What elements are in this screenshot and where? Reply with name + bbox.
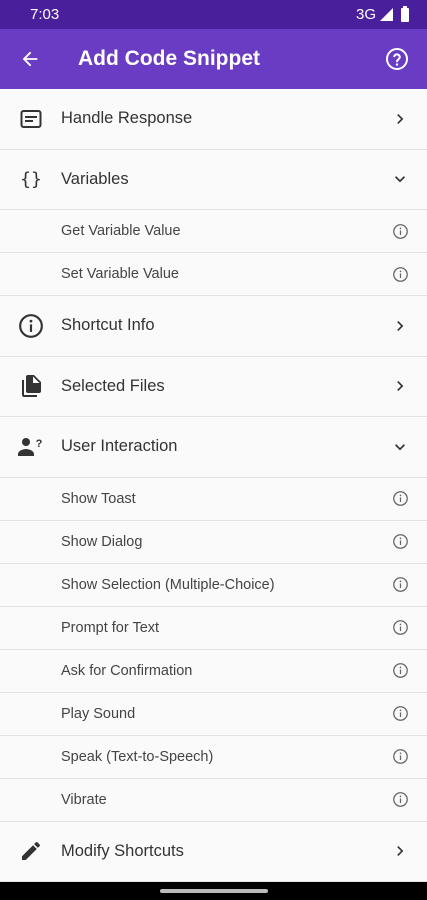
row-label: Speak (Text-to-Speech): [61, 748, 214, 765]
info-outline-icon[interactable]: [373, 490, 427, 507]
pencil-icon: [0, 839, 61, 863]
message-box-icon: [0, 107, 61, 131]
row-label: Handle Response: [61, 109, 193, 128]
snippet-prompt-for-text[interactable]: Prompt for Text: [0, 606, 427, 650]
help-circle-icon: [386, 48, 408, 70]
help-button[interactable]: [367, 29, 427, 89]
chevron-right-icon: [373, 316, 427, 336]
row-label: Ask for Confirmation: [61, 662, 193, 679]
back-button[interactable]: [0, 29, 60, 89]
battery-icon: [401, 5, 409, 22]
info-outline-icon[interactable]: [373, 791, 427, 808]
category-handle-response[interactable]: Handle Response: [0, 89, 427, 150]
info-outline-icon[interactable]: [373, 748, 427, 765]
braces-icon: {}: [0, 167, 61, 191]
snippet-play-sound[interactable]: Play Sound: [0, 692, 427, 736]
info-circle-icon: [0, 313, 61, 339]
snippet-speak-text-to-speech[interactable]: Speak (Text-to-Speech): [0, 735, 427, 779]
status-time: 7:03: [30, 6, 60, 23]
status-indicators: 3G: [355, 5, 409, 23]
row-label: Vibrate: [61, 791, 107, 808]
snippet-show-dialog[interactable]: Show Dialog: [0, 520, 427, 564]
person-question-icon: ?: [0, 435, 61, 459]
navigation-bar: [0, 882, 427, 900]
chevron-down-icon: [373, 169, 427, 189]
info-outline-icon[interactable]: [373, 533, 427, 550]
row-label: User Interaction: [61, 437, 178, 456]
snippet-get-variable-value[interactable]: Get Variable Value: [0, 210, 427, 253]
category-user-interaction[interactable]: ? User Interaction: [0, 417, 427, 478]
row-label: Selected Files: [61, 376, 165, 395]
snippet-vibrate[interactable]: Vibrate: [0, 778, 427, 822]
chevron-down-icon: [373, 437, 427, 457]
snippet-show-toast[interactable]: Show Toast: [0, 477, 427, 521]
row-label: Show Dialog: [61, 533, 143, 550]
info-outline-icon[interactable]: [373, 662, 427, 679]
arrow-back-icon: [22, 51, 38, 67]
info-outline-icon[interactable]: [373, 266, 427, 283]
snippet-show-selection-multiple-choice[interactable]: Show Selection (Multiple-Choice): [0, 563, 427, 607]
info-outline-icon[interactable]: [373, 576, 427, 593]
row-label: Get Variable Value: [61, 223, 181, 239]
page-title: Add Code Snippet: [78, 47, 260, 70]
home-handle[interactable]: [159, 889, 268, 893]
info-outline-icon[interactable]: [373, 223, 427, 240]
chevron-right-icon: [373, 109, 427, 129]
row-label: Set Variable Value: [61, 266, 179, 282]
svg-text:{}: {}: [20, 169, 42, 190]
category-variables[interactable]: {} Variables: [0, 149, 427, 210]
snippet-list: Handle Response {} Variables Get Variable V…: [0, 89, 427, 882]
row-label: Shortcut Info: [61, 316, 155, 335]
row-label: Variables: [61, 169, 129, 188]
info-outline-icon[interactable]: [373, 705, 427, 722]
snippet-set-variable-value[interactable]: Set Variable Value: [0, 253, 427, 296]
svg-text:?: ?: [35, 438, 42, 450]
row-label: Show Selection (Multiple-Choice): [61, 576, 275, 593]
network-type: 3G: [355, 6, 376, 23]
chevron-right-icon: [373, 841, 427, 861]
row-label: Play Sound: [61, 705, 136, 722]
chevron-right-icon: [373, 376, 427, 396]
file-copy-icon: [0, 374, 61, 398]
row-label: Show Toast: [61, 490, 136, 507]
category-selected-files[interactable]: Selected Files: [0, 356, 427, 417]
row-label: Modify Shortcuts: [61, 841, 184, 860]
row-label: Prompt for Text: [61, 619, 160, 636]
info-outline-icon[interactable]: [373, 619, 427, 636]
app-bar: Add Code Snippet: [0, 29, 427, 89]
snippet-ask-for-confirmation[interactable]: Ask for Confirmation: [0, 649, 427, 693]
signal-icon: [380, 8, 393, 21]
category-modify-shortcuts[interactable]: Modify Shortcuts: [0, 821, 427, 882]
status-bar: 7:03 3G: [0, 0, 427, 29]
category-shortcut-info[interactable]: Shortcut Info: [0, 296, 427, 357]
